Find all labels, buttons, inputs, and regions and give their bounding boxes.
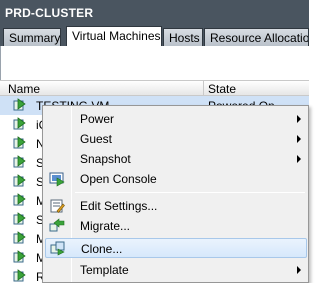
menu-item-label: Migrate... <box>80 219 131 233</box>
menu-item-label: Open Console <box>80 172 157 186</box>
menu-item-template[interactable]: Template <box>45 260 307 280</box>
vm-powered-on-icon <box>13 155 26 168</box>
vm-powered-on-icon <box>13 231 26 244</box>
vm-powered-on-icon <box>13 174 26 187</box>
column-header-state[interactable]: State <box>208 82 236 96</box>
menu-item-label: Edit Settings... <box>80 199 158 213</box>
tab-summary[interactable]: Summary <box>3 28 61 46</box>
menu-item-edit-settings[interactable]: Edit Settings... <box>45 196 307 216</box>
submenu-arrow-icon <box>297 135 301 143</box>
tab-resource-allocation[interactable]: Resource Allocation <box>204 28 309 46</box>
menu-item-label: Guest <box>80 132 113 146</box>
table-header: Name State <box>0 80 309 96</box>
column-header-name[interactable]: Name <box>8 82 40 96</box>
menu-item-label: Template <box>80 263 129 277</box>
edit-settings-icon <box>50 199 65 213</box>
menu-item-open-console[interactable]: Open Console <box>45 169 307 189</box>
tab-hosts[interactable]: Hosts <box>163 28 203 46</box>
panel-toolbar-area <box>0 46 309 80</box>
context-menu: Power Guest Snapshot Open Console Edit S… <box>42 105 309 283</box>
vm-powered-on-icon <box>13 98 26 111</box>
menu-item-power[interactable]: Power <box>45 109 307 129</box>
tab-strip: Summary Virtual Machines Hosts Resource … <box>0 26 309 46</box>
menu-item-guest[interactable]: Guest <box>45 129 307 149</box>
vm-powered-on-icon <box>13 250 26 263</box>
vm-powered-on-icon <box>13 193 26 206</box>
menu-separator <box>75 192 305 193</box>
menu-item-snapshot[interactable]: Snapshot <box>45 149 307 169</box>
vm-powered-on-icon <box>13 212 26 225</box>
submenu-arrow-icon <box>297 266 301 274</box>
migrate-icon <box>49 218 65 232</box>
window-title: PRD-CLUSTER <box>0 0 309 26</box>
console-icon <box>49 172 65 187</box>
submenu-arrow-icon <box>297 115 301 123</box>
vm-powered-on-icon <box>13 269 26 282</box>
tab-virtual-machines[interactable]: Virtual Machines <box>66 26 162 46</box>
menu-item-migrate[interactable]: Migrate... <box>45 216 307 236</box>
vm-powered-on-icon <box>13 117 26 130</box>
vm-powered-on-icon <box>13 136 26 149</box>
menu-item-label: Power <box>80 112 115 126</box>
menu-item-clone[interactable]: Clone... <box>45 238 307 258</box>
menu-item-label: Snapshot <box>80 152 131 166</box>
menu-item-label: Clone... <box>81 242 123 256</box>
column-divider[interactable] <box>203 81 204 96</box>
submenu-arrow-icon <box>297 155 301 163</box>
clone-icon <box>50 241 65 256</box>
